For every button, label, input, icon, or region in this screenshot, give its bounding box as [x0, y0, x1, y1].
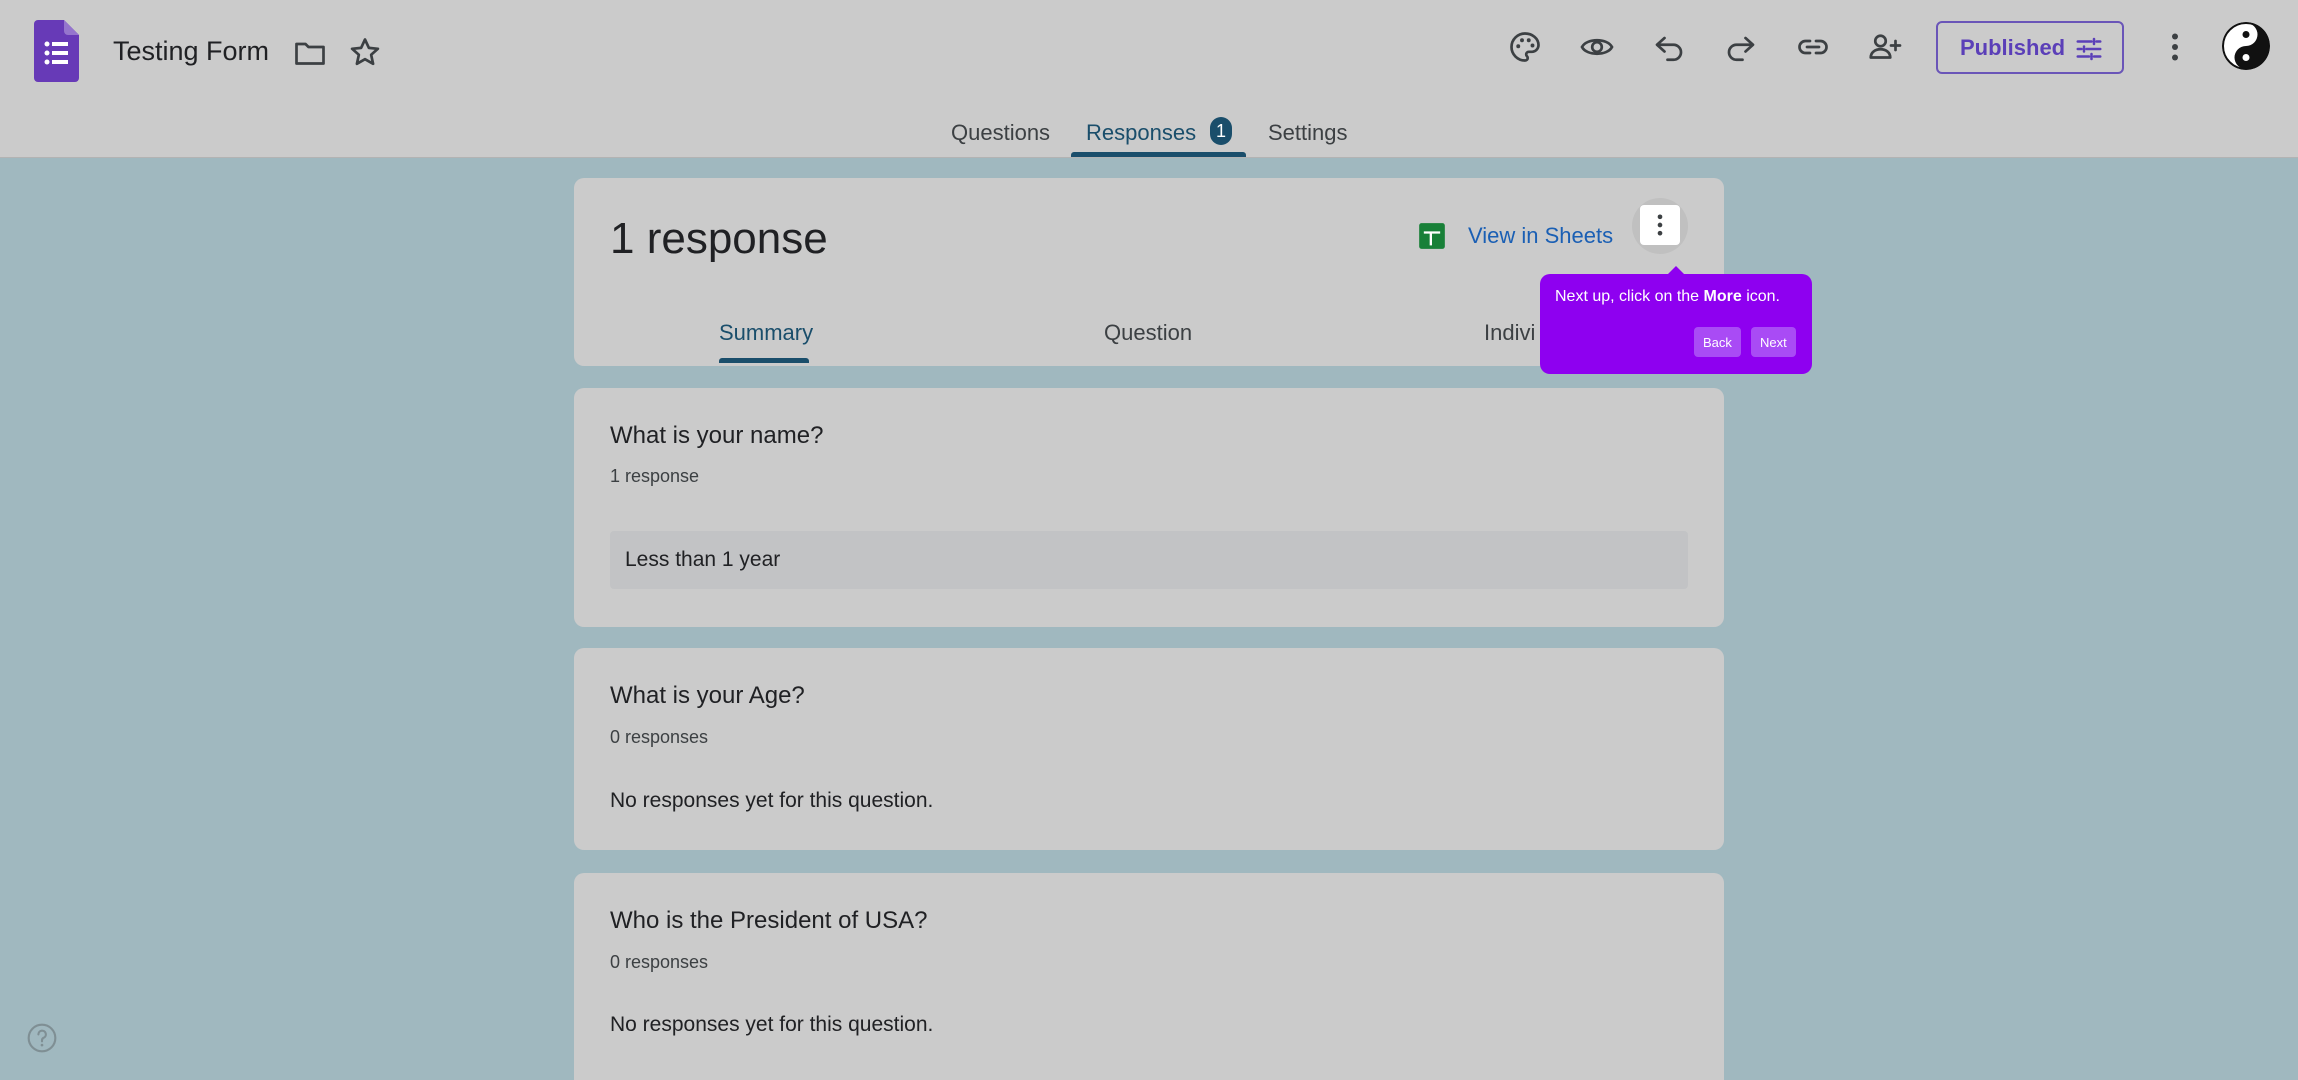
redo-icon[interactable]: [1721, 27, 1761, 67]
question-response-count: 0 responses: [610, 727, 709, 747]
question-card: What is your Age? 0 responses No respons…: [574, 648, 1724, 850]
question-response-count: 1 response: [610, 466, 700, 486]
app-header: Testing Form Published Questions Respons…: [0, 0, 2298, 158]
subtab-individual[interactable]: Indivi: [1484, 320, 1535, 346]
link-icon[interactable]: [1793, 27, 1833, 67]
question-title: What is your name?: [610, 422, 824, 449]
published-label: Published: [1960, 34, 2066, 60]
tooltip-text-bold: More: [1703, 288, 1742, 305]
no-responses-message: No responses yet for this question.: [610, 1013, 934, 1036]
tab-settings[interactable]: Settings: [1268, 120, 1348, 146]
more-options-icon[interactable]: [2155, 27, 2195, 67]
question-title: Who is the President of USA?: [610, 907, 928, 934]
tooltip-text-end: icon.: [1741, 288, 1780, 305]
tooltip-next-button[interactable]: Next: [1751, 327, 1796, 357]
subtab-question[interactable]: Question: [1104, 320, 1192, 346]
forms-app-icon[interactable]: [34, 20, 79, 82]
sheets-icon: [1419, 223, 1445, 249]
folder-icon[interactable]: [290, 33, 330, 73]
form-title[interactable]: Testing Form: [113, 36, 269, 67]
question-card: What is your name? 1 response Less than …: [574, 388, 1724, 627]
add-collaborator-icon[interactable]: [1865, 27, 1905, 67]
no-responses-message: No responses yet for this question.: [610, 789, 934, 812]
subtab-summary[interactable]: Summary: [719, 320, 813, 346]
tooltip-arrow: [1667, 266, 1685, 275]
preview-eye-icon[interactable]: [1577, 27, 1617, 67]
active-subtab-indicator: [719, 358, 809, 363]
more-vert-icon: [1657, 214, 1663, 236]
form-tabs: Questions Responses 1 Settings: [0, 117, 2298, 158]
publish-settings-icon: [2076, 37, 2102, 61]
account-avatar[interactable]: [2222, 22, 2270, 70]
tab-responses[interactable]: Responses: [1086, 120, 1196, 146]
help-icon[interactable]: [26, 1022, 58, 1054]
published-button[interactable]: Published: [1936, 21, 2124, 74]
active-tab-indicator: [1071, 152, 1246, 157]
response-answer: Less than 1 year: [610, 531, 1688, 589]
tour-tooltip: Next up, click on the More icon. Back Ne…: [1540, 266, 1812, 374]
tooltip-back-button[interactable]: Back: [1694, 327, 1741, 357]
tooltip-message: Next up, click on the More icon.: [1555, 288, 1780, 306]
response-count: 1 response: [610, 214, 828, 263]
star-icon[interactable]: [345, 33, 385, 73]
view-in-sheets-link[interactable]: View in Sheets: [1418, 222, 1613, 250]
more-icon-button[interactable]: [1640, 205, 1680, 245]
question-title: What is your Age?: [610, 682, 805, 709]
yin-yang-avatar-icon: [2222, 22, 2270, 70]
question-response-count: 0 responses: [610, 952, 709, 972]
palette-icon[interactable]: [1505, 27, 1545, 67]
view-in-sheets-label: View in Sheets: [1468, 223, 1614, 248]
tooltip-text-start: Next up, click on the: [1555, 288, 1704, 305]
responses-count-badge: 1: [1210, 117, 1232, 145]
question-card: Who is the President of USA? 0 responses…: [574, 873, 1724, 1080]
undo-icon[interactable]: [1649, 27, 1689, 67]
tab-questions[interactable]: Questions: [951, 120, 1050, 146]
